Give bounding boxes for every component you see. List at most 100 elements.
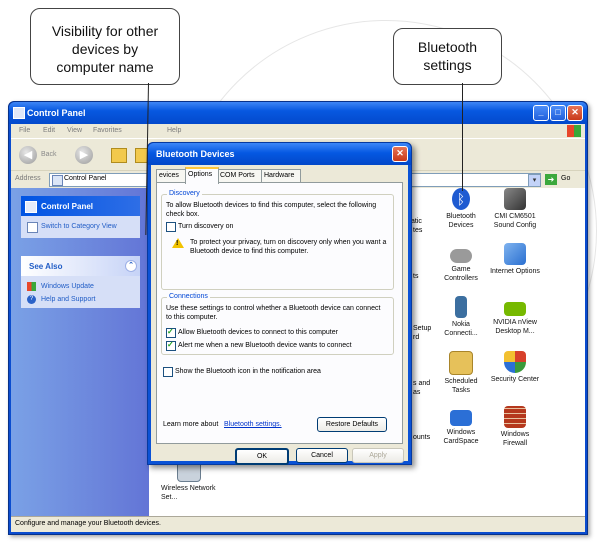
internet-options-item[interactable]: Internet Options: [489, 243, 541, 276]
tab-com-ports[interactable]: COM Ports: [217, 169, 263, 182]
nvidia-nview-item[interactable]: NVIDIA nView Desktop M...: [489, 296, 541, 336]
see-also-label: See Also: [29, 262, 63, 271]
window-title: Control Panel: [27, 108, 86, 118]
partial-label: atic: [411, 218, 422, 225]
cancel-button[interactable]: Cancel: [296, 448, 348, 463]
menu-edit[interactable]: Edit: [43, 127, 55, 134]
switch-category-view-link[interactable]: Switch to Category View: [41, 223, 117, 230]
help-icon: ?: [27, 295, 36, 304]
address-folder-icon: [52, 175, 63, 186]
see-also-header[interactable]: See Also ⌃: [21, 256, 140, 276]
minimize-button[interactable]: _: [533, 105, 549, 121]
connections-text: Use these settings to control whether a …: [166, 305, 381, 321]
security-center-item[interactable]: Security Center: [489, 351, 541, 384]
nokia-phone-icon: [455, 296, 467, 318]
status-text: Configure and manage your Bluetooth devi…: [15, 520, 161, 527]
scheduled-tasks-icon: [449, 351, 473, 375]
windows-update-icon: [27, 282, 36, 291]
sound-config-icon: [504, 188, 526, 210]
control-panel-icon: [13, 107, 25, 119]
menu-favorites[interactable]: Favorites: [93, 127, 122, 134]
menu-view[interactable]: View: [67, 127, 82, 134]
discovery-group: Discovery To allow Bluetooth devices to …: [161, 190, 394, 290]
game-controller-icon: [450, 249, 472, 263]
dialog-close-button[interactable]: ✕: [392, 146, 408, 162]
switch-view-icon: [27, 222, 38, 233]
firewall-icon: [504, 406, 526, 428]
dialog-titlebar[interactable]: Bluetooth Devices ✕: [148, 143, 411, 165]
icon-label: NVIDIA nView Desktop M...: [493, 319, 537, 335]
cmi-sound-item[interactable]: CMI CM6501 Sound Config: [489, 188, 541, 230]
dialog-body: evices Options COM Ports Hardware Discov…: [151, 165, 408, 465]
icon-label: Wireless Network Set...: [161, 485, 216, 501]
address-label: Address: [15, 175, 41, 182]
callout-bluetooth-settings-text: Bluetooth settings: [417, 39, 478, 73]
tab-hardware[interactable]: Hardware: [261, 169, 301, 182]
control-panel-header[interactable]: Control Panel: [21, 196, 140, 216]
allow-connect-label[interactable]: Allow Bluetooth devices to connect to th…: [178, 328, 338, 337]
bluetooth-icon: ᛒ: [452, 188, 470, 210]
icon-label: Windows Firewall: [500, 431, 530, 447]
status-bar: Configure and manage your Bluetooth devi…: [11, 516, 585, 532]
menu-bar: File Edit View Favorites Help: [11, 124, 585, 138]
partial-label: ounts: [413, 434, 431, 441]
show-icon-checkbox[interactable]: [163, 367, 173, 377]
alert-me-checkbox[interactable]: [166, 340, 176, 351]
ok-button[interactable]: OK: [235, 448, 289, 465]
forward-button[interactable]: ▶: [75, 146, 93, 164]
icon-label: Bluetooth Devices: [446, 213, 476, 229]
up-folder-icon[interactable]: [111, 148, 127, 163]
see-also-box: See Also ⌃ Windows Update ? Help and Sup…: [21, 256, 140, 308]
game-controllers-item[interactable]: Game Controllers: [435, 243, 487, 283]
icon-label: Nokia Connecti...: [444, 321, 478, 337]
discovery-title: Discovery: [167, 190, 202, 197]
go-arrow-icon[interactable]: ➜: [545, 174, 557, 185]
partial-label: ts: [413, 273, 419, 280]
collapse-icon[interactable]: ⌃: [125, 260, 137, 272]
close-button[interactable]: ✕: [567, 105, 583, 121]
partial-label: s and: [413, 380, 431, 387]
cardspace-icon: [450, 410, 472, 426]
privacy-note: To protect your privacy, turn on discove…: [190, 239, 387, 255]
back-label: Back: [41, 151, 57, 158]
tab-devices[interactable]: evices: [156, 169, 188, 182]
windows-update-link[interactable]: Windows Update: [41, 283, 94, 290]
partial-label: rd: [413, 334, 420, 341]
back-button[interactable]: ◀: [19, 146, 37, 164]
callout-bluetooth-settings: Bluetooth settings: [393, 28, 502, 85]
maximize-button[interactable]: □: [550, 105, 566, 121]
allow-connect-checkbox[interactable]: [166, 327, 176, 338]
connections-title: Connections: [167, 293, 210, 300]
bluetooth-devices-dialog: Bluetooth Devices ✕ evices Options COM P…: [147, 142, 412, 465]
turn-discovery-checkbox[interactable]: [166, 222, 176, 232]
menu-help[interactable]: Help: [167, 127, 181, 134]
nvidia-icon: [504, 302, 526, 316]
restore-defaults-button[interactable]: Restore Defaults: [317, 417, 387, 432]
control-panel-header-icon: [25, 201, 37, 213]
windows-firewall-item[interactable]: Windows Firewall: [489, 406, 541, 448]
apply-button[interactable]: Apply: [352, 448, 404, 463]
window-titlebar[interactable]: Control Panel _ □ ✕: [9, 102, 587, 124]
task-pane: Control Panel Switch to Category View Se…: [11, 188, 149, 516]
go-button[interactable]: Go: [561, 175, 570, 182]
help-support-link[interactable]: Help and Support: [41, 296, 95, 303]
bluetooth-devices-item[interactable]: ᛒ Bluetooth Devices: [435, 188, 487, 230]
icon-label: Windows CardSpace: [443, 429, 479, 445]
turn-discovery-label[interactable]: Turn discovery on: [178, 222, 233, 231]
alert-me-label[interactable]: Alert me when a new Bluetooth device wan…: [178, 341, 352, 350]
menu-file[interactable]: File: [19, 127, 30, 134]
tab-options[interactable]: Options: [185, 167, 219, 184]
security-shield-icon: [504, 351, 526, 373]
partial-label: Setup: [413, 325, 432, 332]
bluetooth-settings-link[interactable]: Bluetooth settings.: [224, 420, 282, 429]
scheduled-tasks-item[interactable]: Scheduled Tasks: [435, 351, 487, 395]
partial-label: tes: [413, 227, 423, 234]
nokia-connectivity-item[interactable]: Nokia Connecti...: [435, 296, 487, 338]
learn-more-text: Learn more about: [163, 421, 219, 428]
icon-label: Game Controllers: [444, 266, 478, 282]
address-dropdown-icon[interactable]: ▾: [528, 174, 541, 187]
show-icon-label[interactable]: Show the Bluetooth icon in the notificat…: [175, 367, 321, 376]
discovery-text: To allow Bluetooth devices to find this …: [166, 202, 377, 218]
callout-bluetooth-pointer: [462, 83, 463, 191]
windows-cardspace-item[interactable]: Windows CardSpace: [435, 406, 487, 446]
